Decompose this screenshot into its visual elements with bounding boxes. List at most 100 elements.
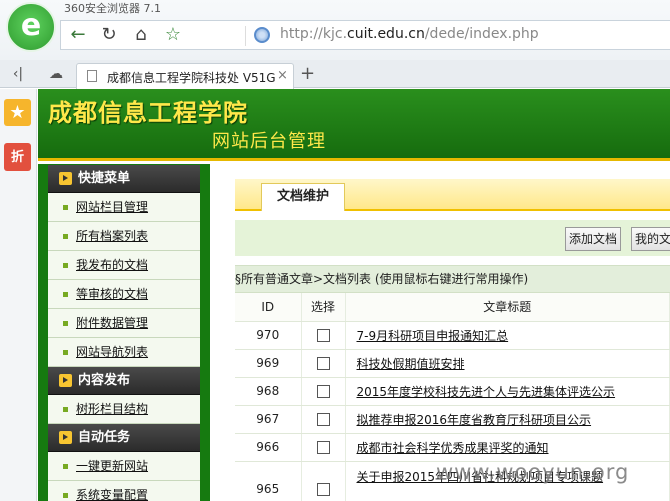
- discount-icon[interactable]: 折: [4, 143, 31, 171]
- url-domain: cuit.edu.cn: [347, 26, 425, 42]
- home-icon[interactable]: ⌂: [129, 24, 153, 46]
- add-document-button[interactable]: 添加文档: [565, 227, 622, 251]
- refresh-icon[interactable]: ↻: [97, 24, 121, 46]
- menu-item-system-vars[interactable]: 系统变量配置: [48, 481, 200, 501]
- bullet-icon: [63, 234, 68, 239]
- article-title-link[interactable]: 科技处假期值班安排: [357, 357, 465, 371]
- menu-header-publish[interactable]: 内容发布: [48, 367, 200, 395]
- menu-item-my-documents[interactable]: 我发布的文档: [48, 251, 200, 280]
- menu-item-label: 我发布的文档: [76, 258, 149, 272]
- page-icon: [87, 70, 97, 82]
- menu-item-label: 网站栏目管理: [76, 200, 149, 214]
- menu-header-label: 自动任务: [78, 430, 131, 445]
- menu-item-column-manage[interactable]: 网站栏目管理: [48, 193, 200, 222]
- app-title: 360安全浏览器 7.1: [64, 2, 161, 15]
- watermark: www.wooyun.org: [436, 460, 630, 484]
- row-checkbox[interactable]: [316, 385, 330, 398]
- bullet-icon: [63, 350, 68, 355]
- bullet-icon: [63, 292, 68, 297]
- menu-header-shortcuts[interactable]: 快捷菜单: [48, 165, 200, 193]
- row-id: 965: [235, 461, 302, 501]
- url-prefix: http://kjc.: [280, 26, 348, 42]
- menu-item-all-archives[interactable]: 所有档案列表: [48, 222, 200, 251]
- column-header-title: 文章标题: [345, 293, 670, 322]
- bullet-icon: [63, 407, 68, 412]
- arrow-icon: [59, 172, 72, 185]
- row-id: 970: [235, 321, 302, 350]
- row-checkbox[interactable]: [316, 357, 330, 370]
- site-subtitle: 网站后台管理: [212, 131, 326, 152]
- tab-close-icon[interactable]: ×: [277, 68, 288, 83]
- row-id: 969: [235, 349, 302, 378]
- column-header-select: 选择: [301, 293, 346, 322]
- breadcrumb: §所有普通文章>文档列表 (使用鼠标右键进行常用操作): [235, 265, 670, 293]
- row-title-cell: 成都市社会科学优秀成果评奖的通知: [345, 433, 670, 462]
- column-header-id: ID: [235, 293, 302, 322]
- tab-title: 成都信息工程学院科技处 V51GB: [107, 71, 275, 85]
- favorite-star-icon[interactable]: ☆: [161, 24, 185, 46]
- article-title-link[interactable]: 2015年度学校科技先进个人与先进集体评选公示: [357, 385, 616, 399]
- row-title-cell: 科技处假期值班安排: [345, 349, 670, 378]
- row-title-cell: 7-9月科研项目申报通知汇总: [345, 321, 670, 350]
- address-bar[interactable]: http://kjc.cuit.edu.cn/dede/index.php: [280, 26, 539, 42]
- row-id: 968: [235, 377, 302, 406]
- row-select-cell: [301, 377, 346, 406]
- menu-item-label: 等审核的文档: [76, 287, 149, 301]
- address-separator: [245, 26, 246, 46]
- menu-item-label: 树形栏目结构: [76, 402, 149, 416]
- menu-item-label: 一键更新网站: [76, 459, 149, 473]
- table-row: 967 拟推荐申报2016年度省教育厅科研项目公示: [235, 405, 670, 434]
- row-select-cell: [301, 349, 346, 378]
- menu-header-label: 快捷菜单: [78, 171, 131, 186]
- row-checkbox[interactable]: [316, 441, 330, 454]
- row-checkbox[interactable]: [316, 413, 330, 426]
- table-header: ID 选择 文章标题: [235, 293, 670, 322]
- row-title-cell: 拟推荐申报2016年度省教育厅科研项目公示: [345, 405, 670, 434]
- menu-item-pending-review[interactable]: 等审核的文档: [48, 280, 200, 309]
- article-title-link[interactable]: 拟推荐申报2016年度省教育厅科研项目公示: [357, 413, 592, 427]
- row-id: 966: [235, 433, 302, 462]
- menu-item-label: 网站导航列表: [76, 345, 149, 359]
- row-checkbox[interactable]: [316, 329, 330, 342]
- star-icon[interactable]: ★: [4, 99, 31, 126]
- website-content: 成都信息工程学院 网站后台管理 快捷菜单 网站栏目管理 所有档案列表 我发布的文…: [38, 89, 670, 501]
- menu-item-label: 所有档案列表: [76, 229, 149, 243]
- main-panel: 文档维护 添加文档 我的文 §所有普通文章>文档列表 (使用鼠标右键进行常用操作…: [235, 179, 670, 501]
- action-toolbar: 添加文档 我的文: [235, 220, 670, 256]
- row-id: 967: [235, 405, 302, 434]
- url-path: /dede/index.php: [424, 26, 539, 42]
- browser-sidebar: ★ 折: [0, 89, 37, 501]
- browser-logo-icon[interactable]: e: [6, 2, 56, 52]
- content-tab-bar: 文档维护: [235, 179, 670, 211]
- arrow-icon: [59, 431, 72, 444]
- browser-tab[interactable]: 成都信息工程学院科技处 V51GB ×: [76, 63, 294, 89]
- menu-item-site-nav[interactable]: 网站导航列表: [48, 338, 200, 367]
- menu-item-tree-columns[interactable]: 树形栏目结构: [48, 395, 200, 424]
- menu-item-label: 系统变量配置: [76, 488, 149, 501]
- cloud-icon[interactable]: ☁: [46, 64, 66, 84]
- collapse-sidebar-icon[interactable]: ‹|: [8, 64, 28, 84]
- new-tab-button[interactable]: +: [300, 64, 315, 84]
- article-title-link[interactable]: 7-9月科研项目申报通知汇总: [357, 329, 509, 343]
- menu-header-auto-tasks[interactable]: 自动任务: [48, 424, 200, 452]
- row-title-cell: 2015年度学校科技先进个人与先进集体评选公示: [345, 377, 670, 406]
- my-documents-button[interactable]: 我的文: [631, 227, 670, 251]
- bullet-icon: [63, 205, 68, 210]
- menu-header-label: 内容发布: [78, 373, 131, 388]
- menu-item-attachments[interactable]: 附件数据管理: [48, 309, 200, 338]
- row-checkbox[interactable]: [316, 483, 330, 496]
- article-title-link[interactable]: 成都市社会科学优秀成果评奖的通知: [357, 441, 549, 455]
- menu-item-label: 附件数据管理: [76, 316, 149, 330]
- menu-item-update-site[interactable]: 一键更新网站: [48, 452, 200, 481]
- table-row: 966 成都市社会科学优秀成果评奖的通知: [235, 433, 670, 462]
- table-row: 969 科技处假期值班安排: [235, 349, 670, 378]
- row-select-cell: [301, 461, 346, 501]
- site-banner: 成都信息工程学院 网站后台管理: [38, 89, 670, 161]
- globe-icon: [254, 27, 270, 43]
- bullet-icon: [63, 321, 68, 326]
- back-arrow-icon[interactable]: ←: [66, 24, 90, 46]
- row-select-cell: [301, 433, 346, 462]
- site-title: 成都信息工程学院: [48, 98, 248, 127]
- navigation-bar: ← ↻ ⌂ ☆ http://kjc.cuit.edu.cn/dede/inde…: [60, 20, 670, 50]
- tab-document-maintenance[interactable]: 文档维护: [261, 183, 345, 211]
